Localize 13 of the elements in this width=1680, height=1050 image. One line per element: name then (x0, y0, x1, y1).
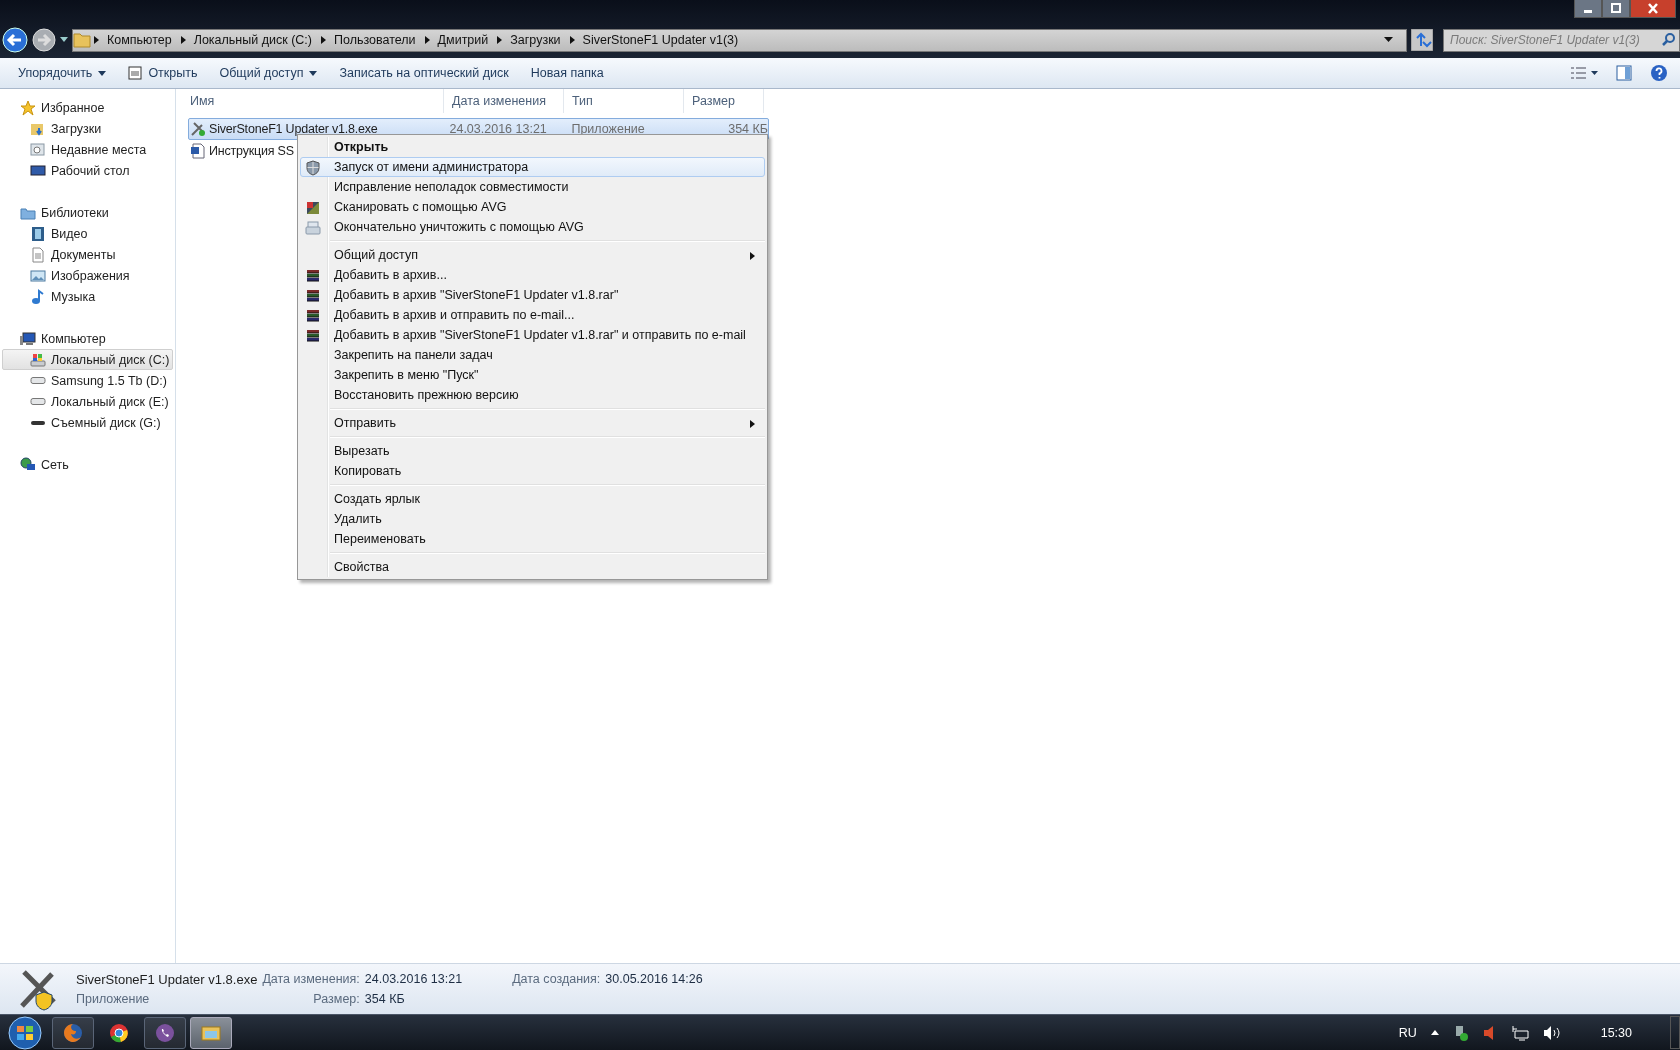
file-date: 24.03.2016 13:21 (448, 122, 548, 136)
file-name: Инструкция SS (209, 144, 294, 158)
field-value: 354 КБ (364, 992, 406, 1006)
file-type: Приложение (570, 122, 646, 136)
field-value: 24.03.2016 13:21 (364, 972, 463, 986)
field-label: Размер: (312, 992, 360, 1006)
field-value: 30.05.2016 14:26 (605, 972, 703, 986)
field-label: Дата создания: (512, 972, 601, 986)
file-type: Приложение (76, 992, 151, 1006)
file-name: SiverStoneF1 Updater v1.8.exe (76, 971, 258, 987)
field-label: Дата изменения: (262, 972, 360, 986)
file-name: SiverStoneF1 Updater v1.8.exe (209, 122, 378, 136)
file-size: 354 КБ (727, 122, 768, 136)
